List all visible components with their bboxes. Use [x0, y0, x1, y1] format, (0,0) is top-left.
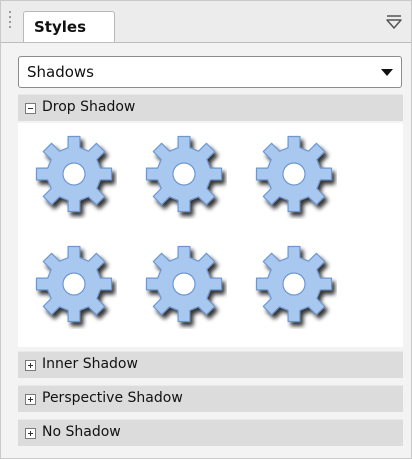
section-label: Drop Shadow [42, 99, 136, 115]
section-perspective-shadow[interactable]: Perspective Shadow [18, 385, 403, 412]
section-drop-shadow[interactable]: Drop Shadow [18, 94, 403, 121]
collapse-icon[interactable] [25, 103, 36, 114]
tab-strip: Styles [1, 1, 411, 43]
gear-icon[interactable] [141, 133, 227, 219]
section-label: No Shadow [42, 424, 121, 440]
shadow-style-gallery [18, 123, 403, 347]
dropdown-selected-value: Shadows [27, 63, 95, 81]
gear-icon[interactable] [251, 133, 337, 219]
gear-icon[interactable] [141, 243, 227, 329]
panel-menu-icon[interactable] [385, 14, 403, 30]
drag-grip-icon[interactable] [9, 11, 12, 33]
tab-styles-label: Styles [34, 18, 86, 36]
gear-icon[interactable] [31, 133, 117, 219]
tab-styles[interactable]: Styles [23, 11, 115, 42]
chevron-down-icon [381, 69, 393, 76]
expand-icon[interactable] [25, 394, 36, 405]
section-inner-shadow[interactable]: Inner Shadow [18, 351, 403, 378]
style-category-dropdown[interactable]: Shadows [18, 56, 402, 88]
gear-icon[interactable] [251, 243, 337, 329]
section-label: Perspective Shadow [42, 390, 183, 406]
expand-icon[interactable] [25, 360, 36, 371]
section-label: Inner Shadow [42, 356, 138, 372]
section-no-shadow[interactable]: No Shadow [18, 419, 403, 446]
gear-icon[interactable] [31, 243, 117, 329]
styles-panel: Styles Shadows Drop Shadow Inner Shadow … [0, 0, 412, 459]
expand-icon[interactable] [25, 428, 36, 439]
